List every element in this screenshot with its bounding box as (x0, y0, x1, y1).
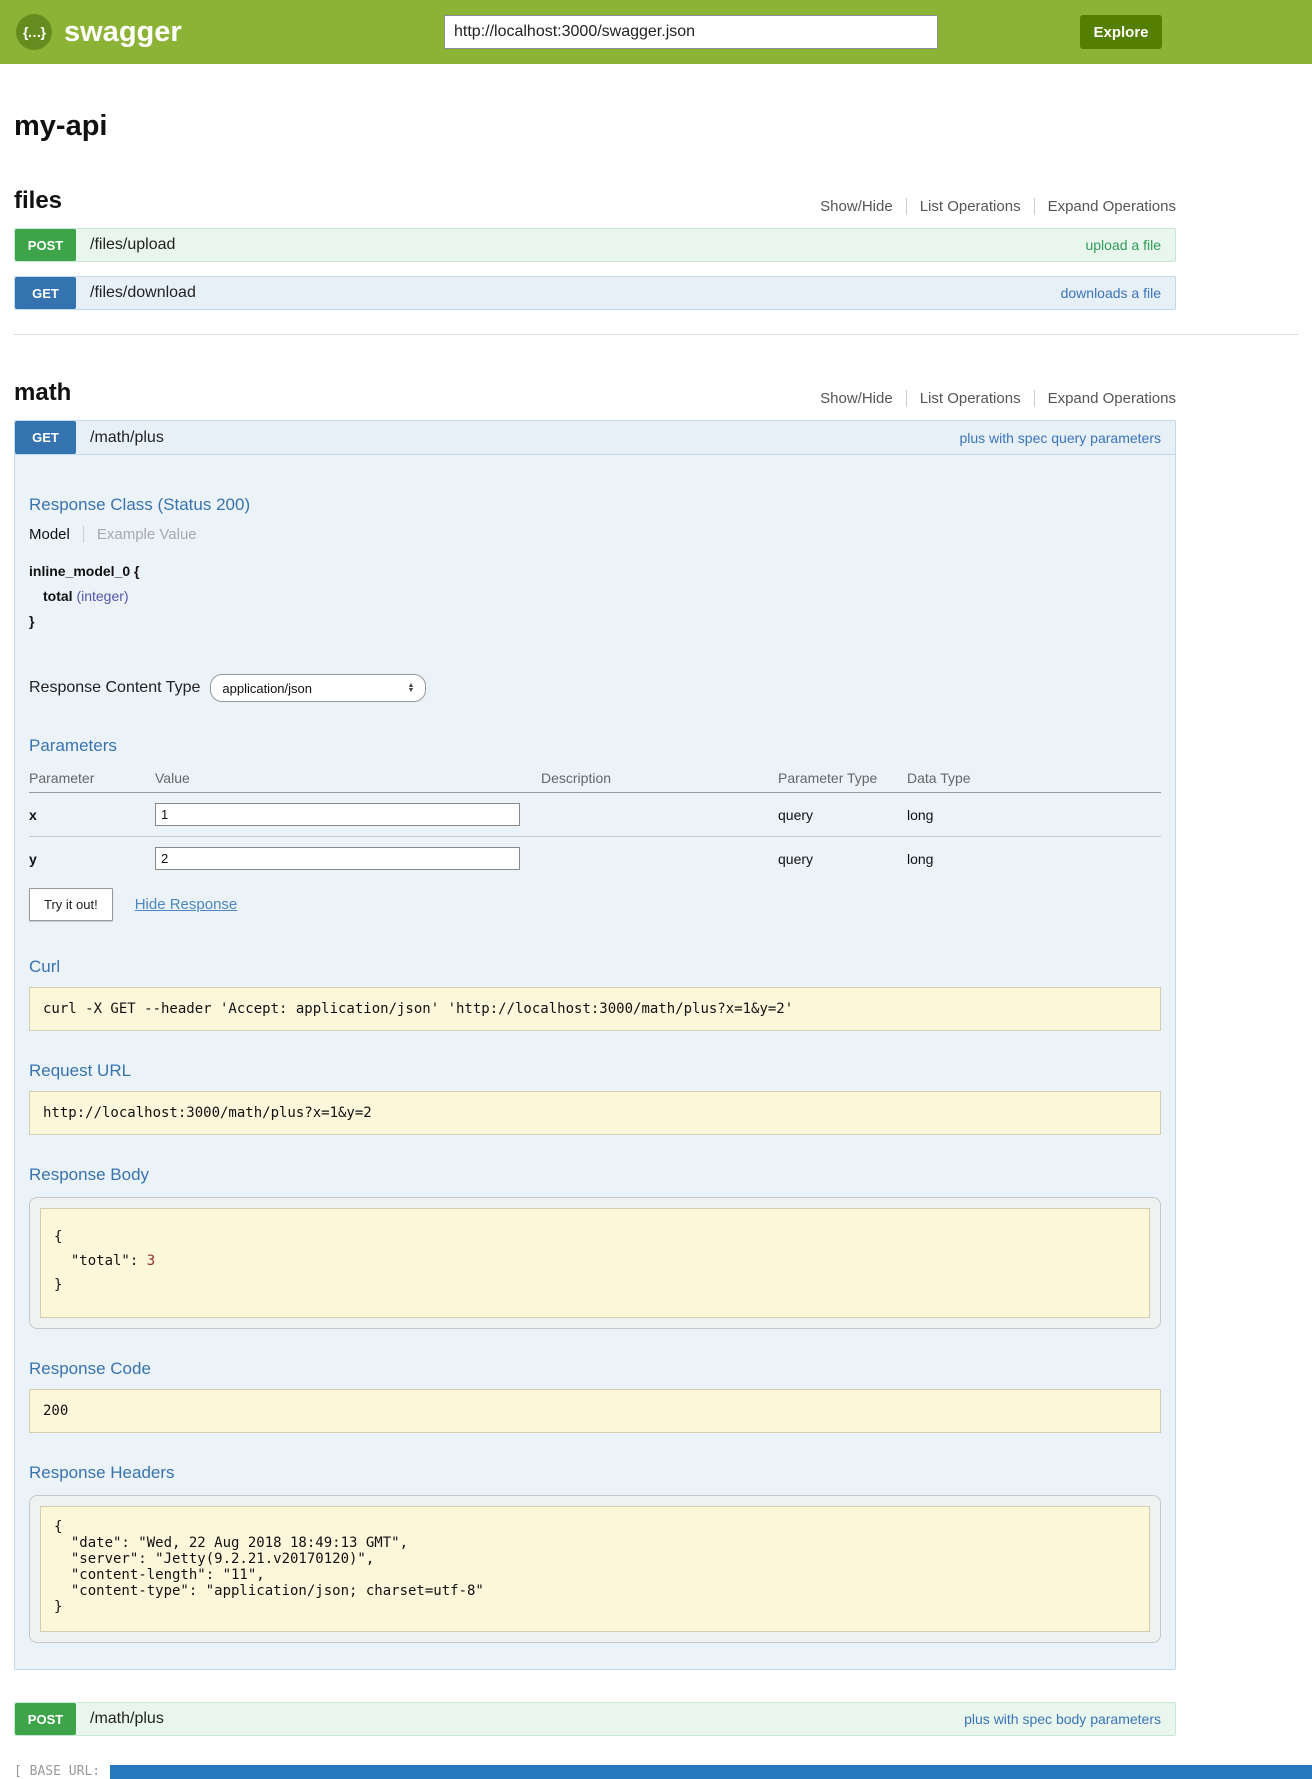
model-property: total (integer) (29, 584, 1161, 609)
parameters-heading: Parameters (29, 736, 1161, 756)
col-header-data-type: Data Type (907, 763, 1161, 793)
bottom-blue-bar (110, 1765, 1312, 1779)
op-summary-files-upload[interactable]: upload a file (1085, 229, 1161, 261)
parameter-row-y: y query long (29, 837, 1161, 881)
files-section-controls: Show/Hide List Operations Expand Operati… (820, 198, 1176, 215)
files-section-header: files Show/Hide List Operations Expand O… (14, 187, 1176, 215)
main-content: my-api files Show/Hide List Operations E… (14, 110, 1176, 1736)
op-block-get-math-plus: GET /math/plus plus with spec query para… (14, 420, 1176, 1670)
model-open-brace: inline_model_0 { (29, 559, 1161, 584)
updown-arrows-icon: ▲▼ (407, 683, 414, 693)
spec-url-input[interactable] (444, 15, 938, 49)
model-property-type: (integer) (73, 588, 129, 604)
model-close-brace: } (29, 609, 1161, 634)
model-property-name: total (43, 588, 73, 604)
response-class-heading: Response Class (Status 200) (29, 495, 1161, 515)
param-y-input[interactable] (155, 847, 520, 870)
param-data-type: long (907, 837, 1161, 881)
api-title: my-api (14, 110, 1176, 143)
math-section-header: math Show/Hide List Operations Expand Op… (14, 379, 1176, 407)
json-key-total: "total": (54, 1253, 147, 1269)
param-data-type: long (907, 793, 1161, 837)
files-expand-operations-link[interactable]: Expand Operations (1034, 198, 1176, 215)
get-method-badge[interactable]: GET (15, 277, 76, 309)
math-section-title: math (14, 379, 71, 407)
op-summary-math-plus-get[interactable]: plus with spec query parameters (959, 421, 1161, 454)
op-path-files-download[interactable]: /files/download (90, 277, 196, 309)
op-path-math-plus[interactable]: /math/plus (90, 421, 164, 454)
swagger-logo[interactable]: {…} swagger (16, 14, 182, 50)
response-content-type-row: Response Content Type application/json ▲… (29, 674, 1161, 702)
op-path-math-plus-post[interactable]: /math/plus (90, 1703, 164, 1735)
response-body-heading: Response Body (29, 1165, 1161, 1185)
section-divider (14, 334, 1298, 335)
response-body-container: { "total": 3 } (29, 1197, 1161, 1329)
curl-command-block: curl -X GET --header 'Accept: applicatio… (29, 987, 1161, 1031)
math-show-hide-link[interactable]: Show/Hide (820, 390, 906, 407)
op-path-files-upload[interactable]: /files/upload (90, 229, 175, 261)
hide-response-link[interactable]: Hide Response (135, 896, 238, 913)
response-content-type-label: Response Content Type (29, 679, 200, 697)
op-detail-panel: Response Class (Status 200) Model Exampl… (15, 454, 1175, 1669)
swagger-logo-icon: {…} (16, 14, 52, 50)
col-header-description: Description (541, 763, 778, 793)
files-list-operations-link[interactable]: List Operations (906, 198, 1034, 215)
response-code-block: 200 (29, 1389, 1161, 1433)
response-body-block: { "total": 3 } (40, 1208, 1150, 1318)
response-headers-container: { "date": "Wed, 22 Aug 2018 18:49:13 GMT… (29, 1495, 1161, 1643)
files-show-hide-link[interactable]: Show/Hide (820, 198, 906, 215)
response-class-tabs: Model Example Value (29, 526, 1161, 543)
col-header-parameter: Parameter (29, 763, 155, 793)
op-row-post-math-plus[interactable]: POST /math/plus plus with spec body para… (14, 1702, 1176, 1736)
response-headers-heading: Response Headers (29, 1463, 1161, 1483)
param-x-input[interactable] (155, 803, 520, 826)
tab-example-value[interactable]: Example Value (84, 526, 197, 543)
response-code-heading: Response Code (29, 1359, 1161, 1379)
try-it-out-row: Try it out! Hide Response (29, 888, 1161, 921)
tab-model[interactable]: Model (29, 526, 84, 543)
op-row-post-files-upload[interactable]: POST /files/upload upload a file (14, 228, 1176, 262)
op-row-get-math-plus[interactable]: GET /math/plus plus with spec query para… (15, 421, 1175, 454)
op-summary-math-plus-post[interactable]: plus with spec body parameters (964, 1703, 1161, 1735)
parameters-header-row: Parameter Value Description Parameter Ty… (29, 763, 1161, 793)
request-url-block: http://localhost:3000/math/plus?x=1&y=2 (29, 1091, 1161, 1135)
param-name: x (29, 793, 155, 837)
post-method-badge[interactable]: POST (15, 229, 76, 261)
parameters-table: Parameter Value Description Parameter Ty… (29, 763, 1161, 880)
try-it-out-button[interactable]: Try it out! (29, 888, 113, 921)
get-method-badge[interactable]: GET (15, 421, 76, 454)
post-method-badge[interactable]: POST (15, 1703, 76, 1735)
model-signature: inline_model_0 { total (integer) } (29, 559, 1161, 634)
col-header-parameter-type: Parameter Type (778, 763, 907, 793)
math-list-operations-link[interactable]: List Operations (906, 390, 1034, 407)
op-row-get-files-download[interactable]: GET /files/download downloads a file (14, 276, 1176, 310)
op-summary-files-download[interactable]: downloads a file (1061, 277, 1161, 309)
response-headers-block: { "date": "Wed, 22 Aug 2018 18:49:13 GMT… (40, 1506, 1150, 1632)
param-type: query (778, 793, 907, 837)
param-type: query (778, 837, 907, 881)
param-name: y (29, 837, 155, 881)
json-open-brace: { (54, 1229, 62, 1245)
files-section-title: files (14, 187, 62, 215)
curl-heading: Curl (29, 957, 1161, 977)
response-content-type-select[interactable]: application/json ▲▼ (210, 674, 426, 702)
param-description (541, 837, 778, 881)
brand-title: swagger (64, 16, 182, 49)
response-content-type-value: application/json (222, 681, 312, 696)
col-header-value: Value (155, 763, 541, 793)
math-expand-operations-link[interactable]: Expand Operations (1034, 390, 1176, 407)
parameter-row-x: x query long (29, 793, 1161, 837)
explore-button[interactable]: Explore (1080, 15, 1162, 49)
math-section-controls: Show/Hide List Operations Expand Operati… (820, 390, 1176, 407)
json-value-total: 3 (147, 1253, 155, 1269)
json-close-brace: } (54, 1277, 62, 1293)
request-url-heading: Request URL (29, 1061, 1161, 1081)
param-description (541, 793, 778, 837)
header-bar: {…} swagger Explore (0, 0, 1312, 64)
